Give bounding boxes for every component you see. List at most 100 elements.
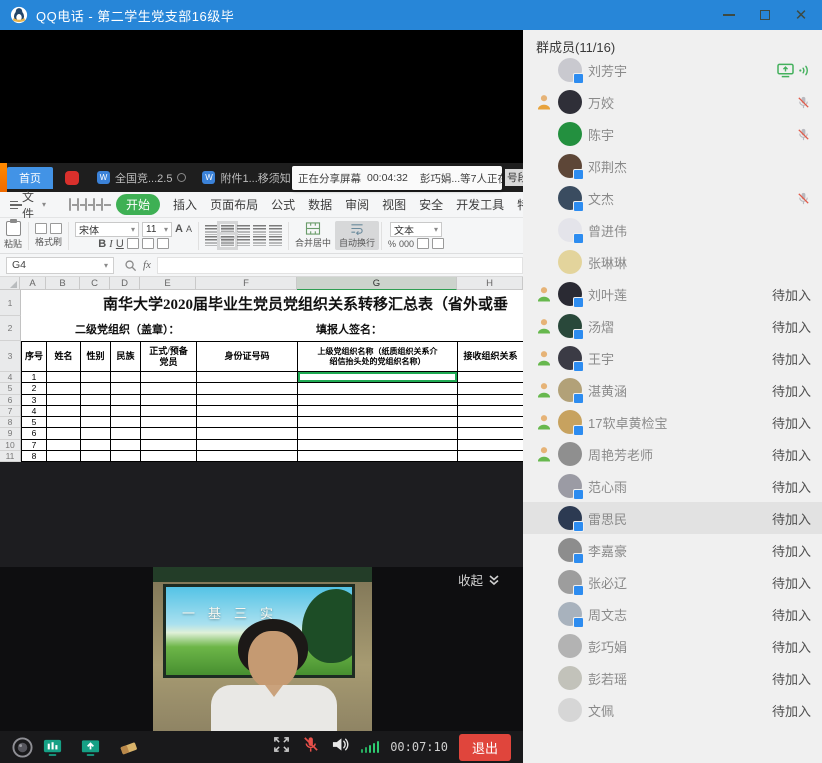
italic-button[interactable]: I [109, 238, 113, 250]
empty-cell[interactable] [141, 406, 197, 417]
tab-pin-icon[interactable] [177, 173, 186, 182]
print-preview-icon[interactable] [85, 198, 87, 211]
header-cell[interactable]: 民族 [111, 341, 141, 372]
empty-cell[interactable] [298, 428, 458, 439]
close-button[interactable]: ✕ [790, 4, 812, 26]
wrap-text-button[interactable]: 自动换行 [335, 221, 379, 250]
member-row[interactable]: 曾进伟 [523, 214, 822, 246]
row-header[interactable]: 8 [0, 417, 21, 428]
empty-cell[interactable] [47, 451, 81, 462]
empty-cell[interactable] [81, 428, 111, 439]
empty-cell[interactable] [47, 406, 81, 417]
member-row[interactable]: 汤熠 待加入 [523, 310, 822, 342]
empty-cell[interactable] [81, 406, 111, 417]
collapse-video-button[interactable]: 收起 [458, 570, 501, 589]
empty-cell[interactable] [47, 440, 81, 451]
empty-cell[interactable] [458, 372, 523, 383]
stamp-label-cell[interactable]: 二级党组织（盖章）： [75, 321, 180, 337]
member-row[interactable]: 刘芳宇 [523, 54, 822, 86]
formula-input[interactable] [157, 257, 523, 274]
empty-cell[interactable] [197, 372, 298, 383]
column-header[interactable]: C [80, 277, 110, 290]
fill-color-icon[interactable] [142, 238, 154, 249]
minimize-button[interactable] [718, 4, 740, 26]
empty-cell[interactable] [141, 372, 197, 383]
row-header[interactable]: 9 [0, 428, 21, 439]
empty-cell[interactable] [141, 440, 197, 451]
empty-cell[interactable] [197, 451, 298, 462]
camera-video-feed[interactable]: 一基三实 [153, 567, 372, 731]
font-color-icon[interactable] [157, 238, 169, 249]
member-row[interactable]: 李嘉豪 待加入 [523, 534, 822, 566]
member-row[interactable]: 范心雨 待加入 [523, 470, 822, 502]
empty-cell[interactable] [197, 440, 298, 451]
align-center-icon[interactable] [221, 236, 234, 246]
empty-cell[interactable] [298, 440, 458, 451]
header-cell[interactable]: 身份证号码 [197, 341, 298, 372]
ribbon-tab[interactable]: 开发工具 [456, 196, 504, 213]
align-bottom-icon[interactable] [237, 225, 250, 235]
indent-decrease-icon[interactable] [253, 225, 266, 235]
annotation-eraser-button[interactable] [118, 737, 139, 758]
cut-icon[interactable] [35, 223, 47, 234]
empty-cell[interactable] [47, 428, 81, 439]
empty-cell[interactable] [298, 372, 458, 383]
header-cell[interactable]: 性别 [81, 341, 111, 372]
member-row[interactable]: 彭巧娟 待加入 [523, 630, 822, 662]
empty-cell[interactable] [197, 395, 298, 406]
bold-button[interactable]: B [98, 238, 106, 250]
serial-cell[interactable]: 2 [21, 383, 47, 394]
member-row[interactable]: 王宇 待加入 [523, 342, 822, 374]
empty-cell[interactable] [458, 428, 523, 439]
decrease-decimal-icon[interactable] [432, 238, 444, 249]
empty-cell[interactable] [81, 372, 111, 383]
ribbon-tab[interactable]: 页面布局 [210, 196, 258, 213]
empty-cell[interactable] [141, 383, 197, 394]
header-cell[interactable]: 上级党组织名称（纸质组织关系介 绍信抬头处的党组织名称） [298, 341, 458, 372]
save-icon[interactable] [69, 198, 71, 211]
empty-cell[interactable] [458, 440, 523, 451]
empty-cell[interactable] [47, 395, 81, 406]
empty-cell[interactable] [298, 406, 458, 417]
empty-cell[interactable] [458, 406, 523, 417]
empty-cell[interactable] [111, 406, 141, 417]
row-header[interactable]: 1 [0, 290, 21, 316]
member-row[interactable]: 文佩 待加入 [523, 694, 822, 726]
ribbon-tab[interactable]: 数据 [308, 196, 332, 213]
row-header[interactable]: 2 [0, 316, 21, 341]
fullscreen-button[interactable] [273, 736, 290, 758]
member-row[interactable]: 张琳琳 [523, 246, 822, 278]
serial-cell[interactable]: 6 [21, 428, 47, 439]
member-row[interactable]: 张必辽 待加入 [523, 566, 822, 598]
empty-cell[interactable] [47, 383, 81, 394]
empty-cell[interactable] [111, 383, 141, 394]
ribbon-tab[interactable]: 开始 [116, 194, 160, 215]
empty-cell[interactable] [197, 406, 298, 417]
empty-cell[interactable] [47, 417, 81, 428]
font-increase-button[interactable]: A [175, 223, 183, 235]
wps-doc-tab-partial[interactable]: 号段 [505, 169, 523, 186]
member-row[interactable]: 彭若瑶 待加入 [523, 662, 822, 694]
align-top-icon[interactable] [205, 225, 218, 235]
indent-increase-icon[interactable] [269, 225, 282, 235]
member-row[interactable]: 陈宇 [523, 118, 822, 150]
column-header[interactable]: F [196, 277, 297, 290]
empty-cell[interactable] [298, 417, 458, 428]
column-header[interactable]: G [297, 277, 457, 290]
increase-decimal-icon[interactable] [417, 238, 429, 249]
empty-cell[interactable] [197, 383, 298, 394]
empty-cell[interactable] [81, 451, 111, 462]
empty-cell[interactable] [298, 451, 458, 462]
header-cell[interactable]: 正式/预备 党员 [141, 341, 197, 372]
member-row[interactable]: 雷思民 待加入 [523, 502, 822, 534]
print-icon[interactable] [77, 198, 79, 211]
serial-cell[interactable]: 8 [21, 451, 47, 462]
borders-icon[interactable] [127, 238, 139, 249]
empty-cell[interactable] [298, 383, 458, 394]
serial-cell[interactable]: 4 [21, 406, 47, 417]
empty-cell[interactable] [141, 428, 197, 439]
merge-center-button[interactable]: 合并居中 [291, 221, 335, 250]
row-header[interactable]: 10 [0, 440, 21, 451]
column-header[interactable]: H [457, 277, 523, 290]
empty-cell[interactable] [111, 417, 141, 428]
